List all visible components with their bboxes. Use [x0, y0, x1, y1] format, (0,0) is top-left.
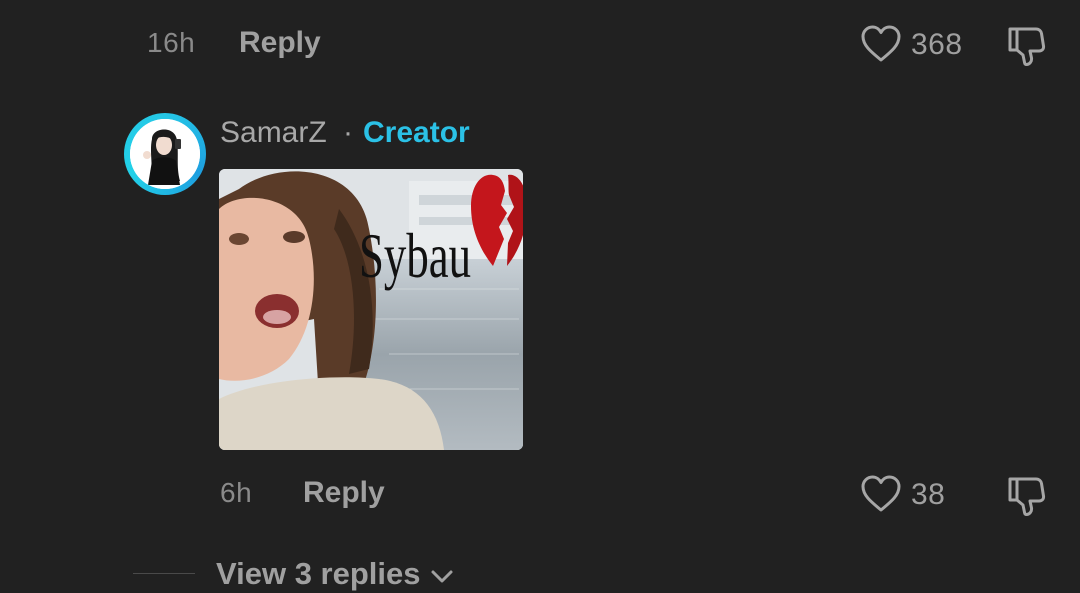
reply-timestamp: 6h	[220, 477, 253, 508]
view-replies-label: View 3 replies	[216, 556, 421, 591]
reply-button[interactable]: Reply	[239, 26, 321, 60]
thumbs-down-icon[interactable]	[1004, 474, 1048, 518]
avatar-illustration	[130, 119, 200, 189]
comment-author[interactable]: SamarZ	[220, 116, 327, 150]
media-illustration: Sybau	[219, 169, 523, 450]
media-caption: Sybau	[359, 220, 471, 291]
reply-button[interactable]: Reply	[303, 476, 385, 510]
avatar-image	[130, 119, 200, 189]
avatar[interactable]	[124, 113, 206, 195]
name-separator: ·	[343, 116, 353, 149]
view-replies-button[interactable]: View 3 replies	[216, 556, 455, 593]
creator-badge: Creator	[363, 116, 470, 149]
thumbs-down-icon[interactable]	[1004, 24, 1048, 68]
heart-icon[interactable]	[860, 474, 902, 514]
heart-icon[interactable]	[860, 24, 902, 64]
like-count: 368	[911, 28, 963, 61]
comment-timestamp: 16h	[147, 27, 196, 58]
divider	[133, 573, 195, 574]
like-count: 38	[911, 478, 946, 511]
comment-media-image[interactable]: Sybau	[219, 169, 523, 450]
chevron-down-icon	[431, 570, 452, 583]
